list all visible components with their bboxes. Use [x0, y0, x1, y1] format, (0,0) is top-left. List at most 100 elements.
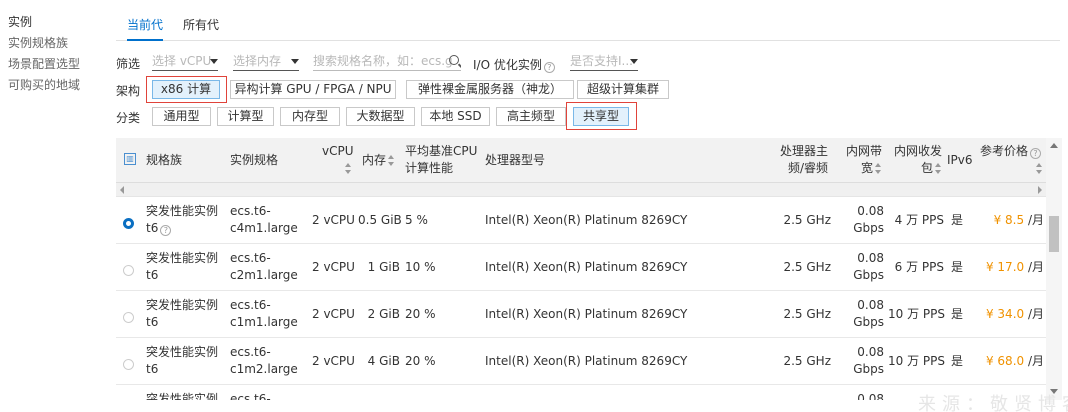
- cell-family-name: 突发性能实例: [146, 345, 219, 359]
- cell-bandwidth-unit: Gbps: [853, 221, 884, 235]
- cell-price-value: ¥ 34.0: [985, 307, 1025, 321]
- row-select-radio[interactable]: [123, 218, 134, 229]
- table-row[interactable]: 突发性能实例 t6 ecs.t6- c1m1.large 2 vCPU 2 GiB 20 %…: [116, 291, 1046, 338]
- cell-price-unit: /月: [1024, 354, 1044, 368]
- cell-spec: ecs.t6- c4m1.large: [230, 203, 298, 237]
- header-baseline: 平均基准CPU 计算性能: [405, 143, 477, 177]
- header-bandwidth-line2: 宽: [860, 161, 873, 175]
- cell-memory: 1 GiB: [367, 260, 400, 274]
- cell-vcpu: 2 vCPU: [312, 307, 355, 321]
- cell-pps: 4 万 PPS: [894, 213, 944, 227]
- category-option-general[interactable]: 通用型: [152, 107, 211, 126]
- cell-spec: ecs.t6- c1m2.large: [230, 344, 298, 378]
- cell-family: 突发性能实例 t6: [146, 297, 218, 331]
- arch-option-super-computing[interactable]: 超级计算集群: [577, 80, 669, 99]
- row-select-radio[interactable]: [123, 312, 134, 323]
- spec-search-input[interactable]: 搜索规格名称，如：ecs.g: [313, 53, 461, 71]
- header-freq-line2: 频/睿频: [787, 161, 828, 175]
- header-bandwidth-line1: 内网带: [845, 144, 882, 158]
- cell-price-unit: /月: [1024, 307, 1044, 321]
- sort-icon[interactable]: [1036, 163, 1043, 174]
- column-settings-icon[interactable]: ▥: [124, 153, 136, 165]
- cell-vcpu: 2 vCPU: [312, 260, 355, 274]
- cell-price-unit: /月: [1024, 213, 1044, 227]
- cell-frequency: 2.5 GHz: [783, 307, 831, 321]
- cell-bandwidth-unit: Gbps: [853, 362, 884, 376]
- scroll-thumb[interactable]: [1049, 216, 1059, 252]
- category-option-compute[interactable]: 计算型: [217, 107, 274, 126]
- scroll-right-icon[interactable]: [1038, 186, 1042, 194]
- tab-current-generation[interactable]: 当前代: [127, 12, 164, 41]
- cell-price-unit: /月: [1024, 260, 1044, 274]
- cell-bandwidth: 0.08 Gbps: [840, 203, 884, 237]
- chevron-down-icon: [630, 59, 638, 64]
- cell-cpu-model: Intel(R) Xeon(R) Platinum 8269CY: [485, 213, 688, 227]
- header-bandwidth[interactable]: 内网带宽: [838, 143, 882, 177]
- cell-bandwidth-unit: Gbps: [853, 268, 884, 282]
- search-icon[interactable]: [449, 55, 459, 65]
- header-vcpu[interactable]: vCPU: [322, 143, 354, 177]
- scroll-left-icon[interactable]: [120, 186, 124, 194]
- arch-option-bare-metal[interactable]: 弹性裸金属服务器（神龙）: [406, 80, 574, 99]
- nav-item-spec-family[interactable]: 实例规格族: [8, 33, 108, 54]
- category-option-memory[interactable]: 内存型: [280, 107, 340, 126]
- help-icon[interactable]: ?: [160, 225, 172, 236]
- table-row[interactable]: 突发性能实例 t6 ecs.t6- c1m2.large 2 vCPU 4 GiB 20 %…: [116, 338, 1046, 385]
- cell-spec-line1: ecs.t6-: [230, 298, 271, 312]
- table-row[interactable]: 突发性能实例 ecs.t6- 0.08: [116, 385, 1046, 400]
- tab-all-generations[interactable]: 所有代: [183, 12, 219, 41]
- row-select-radio[interactable]: [123, 265, 134, 276]
- cell-bandwidth: 0.08 Gbps: [840, 297, 884, 331]
- header-memory[interactable]: 内存: [362, 152, 395, 169]
- cell-pps: 10 万 PPS: [888, 307, 945, 321]
- category-option-high-freq[interactable]: 高主频型: [496, 107, 566, 126]
- cell-bandwidth: 0.08 Gbps: [840, 250, 884, 284]
- category-option-bigdata[interactable]: 大数据型: [346, 107, 415, 126]
- cell-spec-line1: ecs.t6-: [230, 392, 271, 400]
- header-price[interactable]: 参考价格?: [980, 143, 1046, 177]
- cell-price: ¥ 17.0 /月: [976, 259, 1044, 276]
- io-optimized-text: I/O 优化实例: [473, 58, 542, 72]
- vcpu-select[interactable]: 选择 vCPU: [152, 53, 218, 71]
- row-select-radio[interactable]: [123, 359, 134, 370]
- cell-family-name: 突发性能实例: [146, 251, 219, 265]
- cell-bandwidth-value: 0.08: [857, 345, 884, 359]
- cell-bandwidth: 0.08: [840, 391, 884, 400]
- header-memory-text: 内存: [362, 153, 387, 167]
- arch-option-heterogeneous[interactable]: 异构计算 GPU / FPGA / NPU: [230, 80, 396, 99]
- io-optimized-label: I/O 优化实例?: [473, 56, 555, 73]
- cell-family-name: 突发性能实例: [146, 298, 219, 312]
- help-icon[interactable]: ?: [1030, 148, 1042, 159]
- header-pps[interactable]: 内网收发包: [890, 143, 942, 177]
- memory-select[interactable]: 选择内存: [233, 53, 299, 71]
- cell-cpu-model: Intel(R) Xeon(R) Platinum 8269CY: [485, 307, 688, 321]
- nav-item-regions[interactable]: 可购买的地域: [8, 75, 108, 96]
- cell-family: 突发性能实例: [146, 391, 218, 400]
- nav-item-scenario[interactable]: 场景配置选型: [8, 54, 108, 75]
- category-option-local-ssd[interactable]: 本地 SSD: [421, 107, 490, 126]
- nav-item-instance[interactable]: 实例: [8, 12, 108, 33]
- help-icon[interactable]: ?: [543, 62, 555, 73]
- vertical-scrollbar[interactable]: [1046, 138, 1062, 400]
- scroll-up-icon[interactable]: [1050, 143, 1058, 148]
- sort-icon[interactable]: [875, 163, 882, 174]
- cell-baseline: 5 %: [405, 213, 428, 227]
- spec-table: ▥ 规格族 实例规格 vCPU 内存 平均基准CPU 计算性能 处理器型号 处理器…: [116, 138, 1062, 400]
- cell-pps: 6 万 PPS: [894, 260, 944, 274]
- header-ipv6: IPv6: [947, 153, 973, 167]
- watermark: 来源：敬贤博客: [918, 394, 1068, 412]
- highlight-box: [146, 76, 227, 103]
- header-freq: 处理器主 频/睿频: [776, 143, 828, 177]
- header-pps-line1: 内网收发: [893, 144, 942, 158]
- sort-icon[interactable]: [935, 163, 942, 174]
- horizontal-scrollbar[interactable]: [116, 183, 1046, 197]
- header-vcpu-text: vCPU: [322, 144, 354, 158]
- sort-icon[interactable]: [345, 163, 352, 174]
- cell-price-value: ¥ 8.5: [993, 213, 1025, 227]
- sort-icon[interactable]: [388, 155, 395, 166]
- table-row[interactable]: 突发性能实例 t6 ecs.t6- c2m1.large 2 vCPU 1 GiB 10 %…: [116, 244, 1046, 291]
- cell-price: ¥ 68.0 /月: [976, 353, 1044, 370]
- io-optimized-select[interactable]: 是否支持I...: [570, 53, 638, 71]
- cell-spec-line1: ecs.t6-: [230, 345, 271, 359]
- table-row[interactable]: 突发性能实例 t6? ecs.t6- c4m1.large 2 vCPU 0.5 GiB 5…: [116, 197, 1046, 244]
